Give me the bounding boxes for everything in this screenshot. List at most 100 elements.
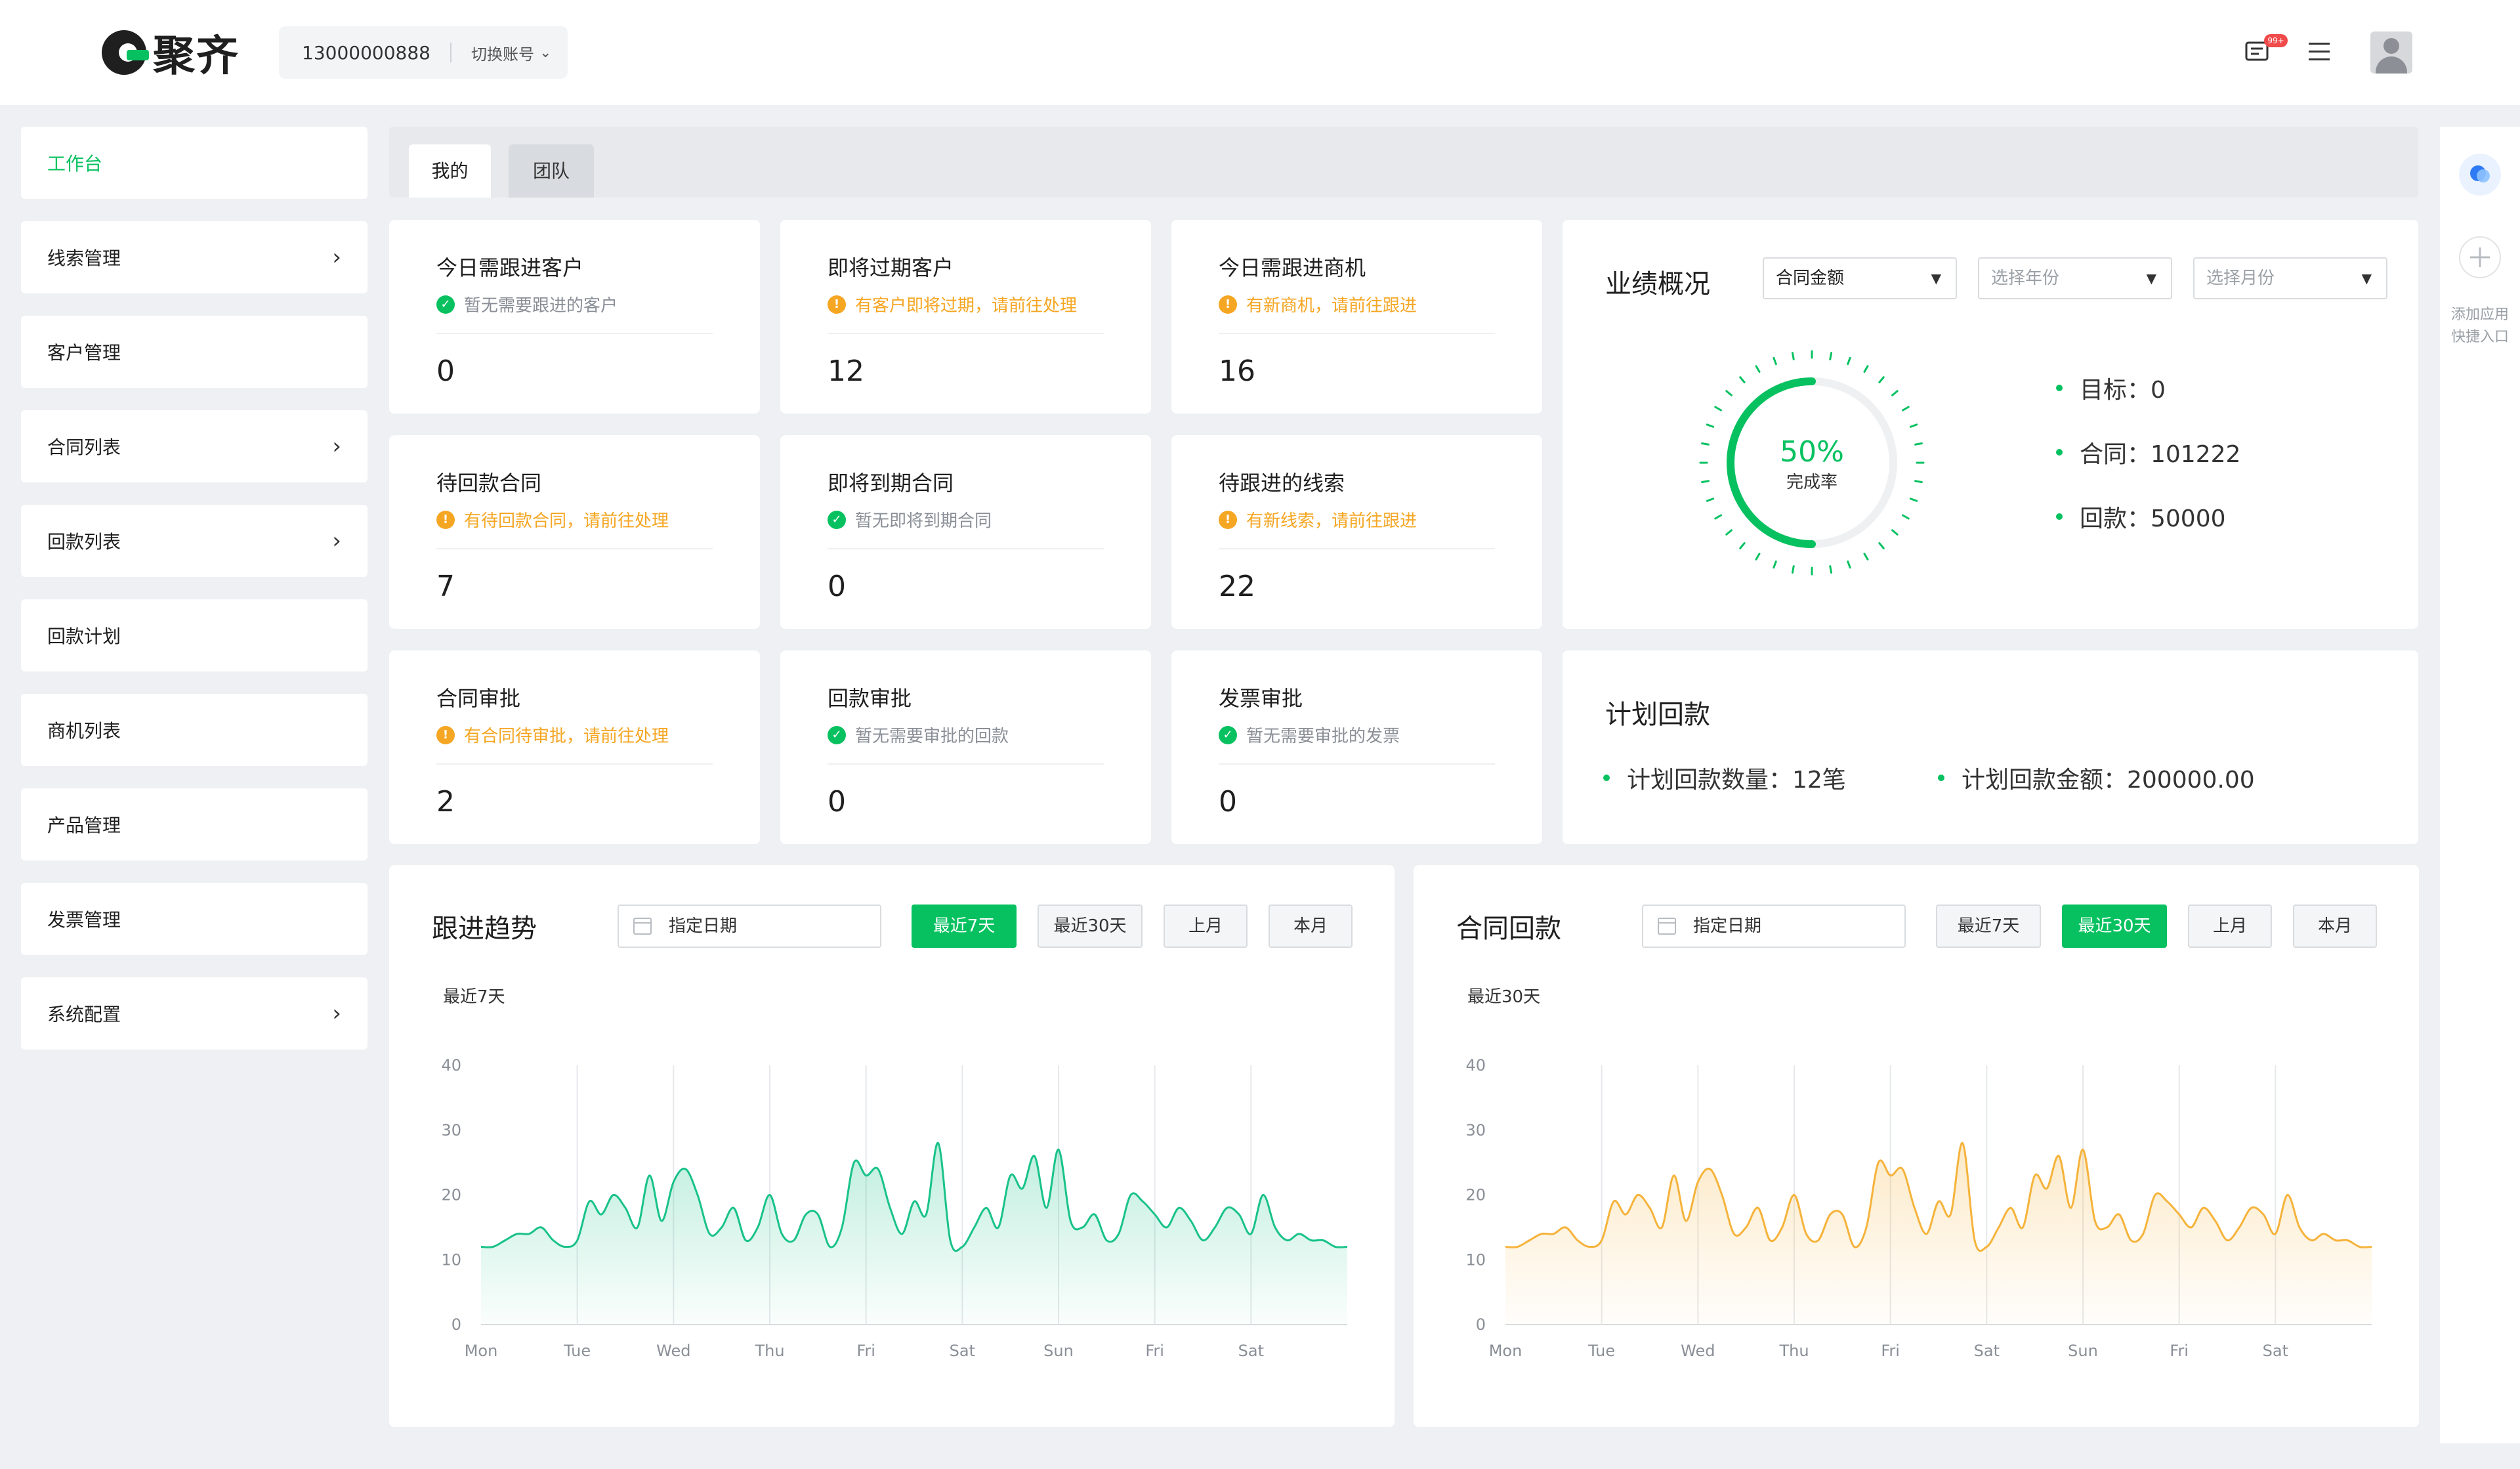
- date-picker[interactable]: 指定日期: [1642, 905, 1906, 948]
- filter-this-month-button[interactable]: 本月: [2293, 905, 2377, 948]
- sidebar-item-contracts[interactable]: 合同列表 ›: [21, 410, 368, 482]
- target-text: 目标：0: [2080, 377, 2166, 404]
- filter-last-month-button[interactable]: 上月: [1164, 905, 1248, 948]
- series-area: [481, 1143, 1347, 1325]
- divider: [828, 333, 1104, 334]
- brand-logo[interactable]: 聚齐: [102, 26, 240, 81]
- date-picker[interactable]: 指定日期: [618, 905, 881, 948]
- sidebar-item-label: 系统配置: [47, 1004, 121, 1025]
- bullet-icon: [2056, 513, 2063, 520]
- stat-value: 2: [436, 785, 455, 819]
- y-tick-label: 40: [1465, 1056, 1486, 1075]
- completion-gauge: 50% 完成率: [1699, 350, 1925, 576]
- stat-card[interactable]: 即将到期合同 ✓ 暂无即将到期合同 0: [780, 435, 1151, 629]
- stat-note-text: 暂无即将到期合同: [855, 511, 992, 531]
- stat-card[interactable]: 待回款合同 ! 有待回款合同，请前往处理 7: [389, 435, 760, 629]
- gauge-tick: [1829, 352, 1833, 360]
- filter-last-month-button[interactable]: 上月: [2188, 905, 2272, 948]
- date-placeholder: 指定日期: [1693, 916, 1762, 936]
- stat-note: ! 有客户即将过期，请前往处理: [828, 292, 1077, 316]
- contract-payment-card: 合同回款 指定日期 最近7天 最近30天 上月 本月 最近30天 0 10 20 30…: [1414, 865, 2419, 1427]
- filter-last30-button[interactable]: 最近30天: [2062, 905, 2167, 948]
- gauge-tick: [1773, 560, 1777, 569]
- chevron-right-icon: ›: [332, 433, 341, 459]
- x-tick-label: Tue: [1587, 1342, 1615, 1360]
- gauge-tick: [1878, 376, 1885, 383]
- gauge-tick: [1739, 542, 1746, 549]
- x-tick-label: Sun: [2068, 1342, 2098, 1360]
- gauge-tick: [1791, 352, 1795, 360]
- gauge-tick: [1847, 356, 1851, 366]
- x-tick-label: Mon: [1489, 1342, 1522, 1360]
- add-shortcut-label: 添加应用 快捷入口: [2445, 304, 2515, 349]
- y-tick-label: 20: [441, 1186, 461, 1204]
- payment-item: 回款：50000: [2056, 500, 2226, 534]
- sidebar-item-payments[interactable]: 回款列表 ›: [21, 505, 368, 577]
- stat-card[interactable]: 发票审批 ✓ 暂无需要审批的发票 0: [1171, 650, 1542, 844]
- payment-plan-title: 计划回款: [1605, 700, 1710, 730]
- sidebar-item-products[interactable]: 产品管理: [21, 788, 368, 861]
- year-select[interactable]: 选择年份 ▼: [1978, 257, 2172, 299]
- sidebar-item-invoices[interactable]: 发票管理: [21, 883, 368, 955]
- sidebar-item-label: 客户管理: [47, 342, 121, 364]
- x-tick-label: Sun: [1043, 1342, 1074, 1360]
- plan-amount-text: 计划回款金额：200000.00: [1962, 767, 2255, 794]
- stat-card[interactable]: 今日需跟进商机 ! 有新商机，请前往跟进 16: [1171, 220, 1542, 414]
- sidebar-item-leads[interactable]: 线索管理 ›: [21, 221, 368, 293]
- plan-count-text: 计划回款数量：12笔: [1627, 767, 1846, 794]
- gauge-tick: [1755, 553, 1761, 561]
- view-tabs: 我的 团队: [389, 127, 2418, 198]
- stat-card[interactable]: 合同审批 ! 有合同待审批，请前往处理 2: [389, 650, 760, 844]
- stat-note: ✓ 暂无即将到期合同: [828, 507, 992, 532]
- stat-card[interactable]: 即将过期客户 ! 有客户即将过期，请前往处理 12: [780, 220, 1151, 414]
- stat-card[interactable]: 回款审批 ✓ 暂无需要审批的回款 0: [780, 650, 1151, 844]
- sidebar-item-workbench[interactable]: 工作台: [21, 127, 368, 199]
- gauge-tick: [1878, 542, 1885, 549]
- select-value: 合同金额: [1776, 268, 1845, 288]
- completion-percent: 50%: [1780, 435, 1844, 469]
- stat-note: ! 有新线索，请前往跟进: [1219, 507, 1417, 532]
- stat-title: 待回款合同: [436, 471, 542, 496]
- bullet-icon: [2056, 449, 2063, 456]
- x-tick-label: Tue: [563, 1342, 591, 1360]
- sidebar-item-payment-plan[interactable]: 回款计划: [21, 599, 368, 671]
- filter-this-month-button[interactable]: 本月: [1269, 905, 1353, 948]
- chevron-right-icon: ›: [332, 244, 341, 270]
- filter-last7-button[interactable]: 最近7天: [1936, 905, 2041, 948]
- gauge-tick: [1914, 480, 1923, 484]
- x-tick-label: Thu: [754, 1342, 784, 1360]
- tab-team[interactable]: 团队: [509, 144, 594, 198]
- sidebar-item-customers[interactable]: 客户管理: [21, 316, 368, 388]
- add-shortcut-icon[interactable]: [2458, 236, 2502, 279]
- warning-icon: !: [1219, 295, 1237, 314]
- filter-last30-button[interactable]: 最近30天: [1038, 905, 1143, 948]
- warning-icon: !: [1219, 510, 1237, 529]
- warning-icon: !: [828, 295, 846, 314]
- sidebar-item-settings[interactable]: 系统配置 ›: [21, 977, 368, 1050]
- stat-card[interactable]: 今日需跟进客户 ✓ 暂无需要跟进的客户 0: [389, 220, 760, 414]
- tab-mine[interactable]: 我的: [409, 144, 491, 198]
- add-shortcut-label-line1: 添加应用: [2450, 307, 2509, 323]
- stat-value: 22: [1219, 570, 1255, 603]
- contract-payment-title: 合同回款: [1456, 914, 1561, 944]
- amount-type-select[interactable]: 合同金额 ▼: [1763, 257, 1957, 299]
- stat-note-text: 有待回款合同，请前往处理: [464, 511, 669, 531]
- gauge-tick: [1725, 529, 1732, 536]
- gauge-tick: [1902, 514, 1910, 520]
- menu-icon[interactable]: [2307, 41, 2331, 63]
- sidebar-item-opportunities[interactable]: 商机列表: [21, 694, 368, 766]
- caret-down-icon: ▼: [2361, 270, 2372, 286]
- stat-title: 发票审批: [1219, 686, 1303, 711]
- x-tick-label: Fri: [1881, 1342, 1900, 1360]
- stat-card[interactable]: 待跟进的线索 ! 有新线索，请前往跟进 22: [1171, 435, 1542, 629]
- avatar[interactable]: [2370, 32, 2412, 74]
- filter-last7-button[interactable]: 最近7天: [912, 905, 1017, 948]
- account-switcher[interactable]: 13000000888 切换账号 ⌄: [279, 26, 568, 79]
- stat-title: 即将过期客户: [828, 255, 954, 280]
- month-select[interactable]: 选择月份 ▼: [2193, 257, 2387, 299]
- gauge-tick: [1847, 560, 1851, 569]
- stat-value: 0: [828, 785, 846, 819]
- stat-note-text: 有新线索，请前往跟进: [1246, 511, 1418, 531]
- x-tick-label: Thu: [1778, 1342, 1809, 1360]
- app-bubble-icon[interactable]: [2458, 153, 2502, 196]
